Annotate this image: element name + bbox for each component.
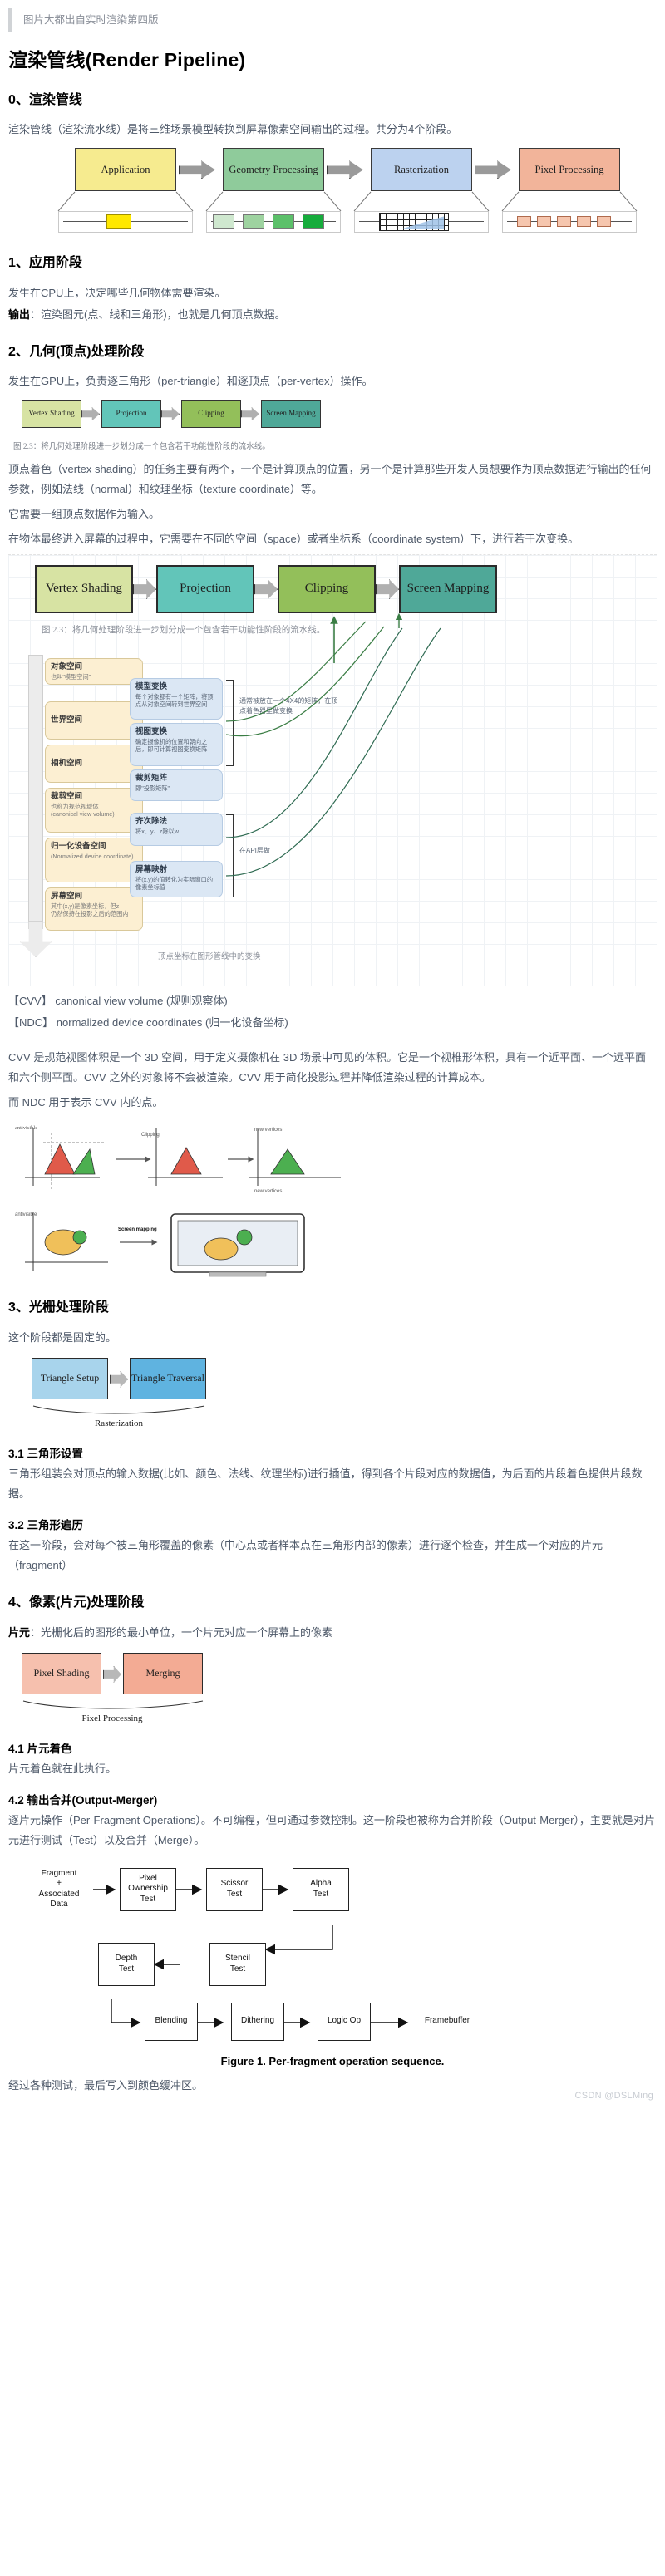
flow-node-depth-test: Depth Test (98, 1942, 155, 1986)
section-3-line-1: 这个阶段都是固定的。 (8, 1330, 117, 1344)
detail-chip-geometry-3 (273, 214, 294, 229)
cvv-explanation: CVV 是规范视图体积是一个 3D 空间，用于定义摄像机在 3D 场景中可见的体… (8, 1051, 647, 1084)
figure-leader-lines (225, 612, 441, 877)
geo-stage-clipping: Clipping (181, 400, 241, 429)
clipping-diagram: antivisible Clipping new vertices new ve… (15, 1125, 341, 1194)
figure-rasterization: Triangle Setup Triangle Traversal Raster… (0, 1353, 665, 1433)
section-1-line-1: 发生在CPU上，决定哪些几何物体需要渲染。 (8, 286, 226, 299)
detail-chip-geometry-4 (303, 214, 324, 229)
flow-node-dithering: Dithering (231, 2002, 284, 2041)
fragment-definition: 片元：光栅化后的图形的最小单位，一个片元对应一个屏幕上的像素 (8, 1623, 657, 1643)
flow-node-stencil-test: Stencil Test (209, 1942, 266, 1986)
figure-geometry-stages-small: Vertex Shading Projection Clipping Scree… (0, 396, 665, 455)
subsection-heading-4-2: 4.2 输出合并(Output-Merger) (8, 1794, 158, 1807)
page-title: 渲染管线(Render Pipeline) (8, 49, 246, 71)
output-label: 输出 (8, 307, 31, 321)
section-heading-1: 1、应用阶段 (8, 256, 82, 271)
flow-node-scissor-test: Scissor Test (206, 1867, 263, 1911)
section-2-paragraph-3: 在物体最终进入屏幕的过程中，它需要在不同的空间（space）或者坐标系（coor… (8, 533, 579, 546)
flow-node-pixel-ownership-test: Pixel Ownership Test (120, 1867, 176, 1911)
flow-node-logic-op: Logic Op (318, 2002, 371, 2041)
svg-text:new vertices: new vertices (254, 1128, 282, 1133)
detail-pixel-2 (537, 216, 551, 228)
section-2-paragraph-1: 顶点着色（vertex shading）的任务主要有两个，一个是计算顶点的位置，… (8, 462, 652, 495)
source-note: 图片大都出自实时渲染第四版 (8, 8, 665, 32)
subsection-3-1-text: 三角形组装会对顶点的输入数据(比如、颜色、法线、纹理坐标)进行插值，得到各个片段… (8, 1467, 643, 1501)
cvv-definition: 【CVV】 canonical view volume (规则观察体) (8, 995, 228, 1008)
flow-node-blending: Blending (145, 2002, 198, 2041)
watermark: CSDN @DSLMing (574, 2091, 653, 2102)
section-heading-4: 4、像素(片元)处理阶段 (8, 1595, 145, 1610)
geo-arrow-3 (241, 407, 259, 421)
detail-chip-geometry-2 (243, 214, 264, 229)
flow-node-framebuffer: Framebuffer (411, 2002, 484, 2041)
detail-pixel-5 (597, 216, 611, 228)
flow-node-fragment: Fragment + Associated Data (25, 1867, 93, 1911)
geo-stage-vertex-shading: Vertex Shading (22, 400, 81, 429)
detail-chip-application (106, 214, 131, 229)
closing-text: 经过各种测试，最后写入到颜色缓冲区。 (8, 2079, 204, 2092)
section-heading-3: 3、光栅处理阶段 (8, 1300, 109, 1315)
fragment-text: ：光栅化后的图形的最小单位，一个片元对应一个屏幕上的像素 (30, 1625, 333, 1639)
detail-chip-geometry-1 (213, 214, 234, 229)
figure-clipping: antivisible Clipping new vertices new ve… (0, 1119, 665, 1281)
article-page: 图片大都出自实时渲染第四版 渲染管线(Render Pipeline) 0、渲染… (0, 8, 665, 2109)
detail-pixel-4 (577, 216, 591, 228)
flow-node-alpha-test: Alpha Test (293, 1867, 349, 1911)
svg-text:antivisible: antivisible (15, 1125, 37, 1131)
section-2-line-1: 发生在GPU上，负责逐三角形（per-triangle）和逐顶点（per-ver… (8, 375, 373, 388)
detail-pixel-1 (517, 216, 531, 228)
geo-arrow-2 (161, 407, 180, 421)
subsection-4-1-text: 片元着色就在此执行。 (8, 1762, 117, 1776)
raster-figure-caption: Rasterization (94, 1418, 144, 1428)
detail-pixel-3 (557, 216, 571, 228)
figure-pixel-processing: Pixel Shading Merging Pixel Processing (0, 1648, 665, 1728)
geo-stage-projection: Projection (101, 400, 161, 429)
svg-text:Clipping: Clipping (141, 1133, 160, 1138)
svg-text:new vertices: new vertices (254, 1189, 282, 1194)
big-figure-bottom-caption: 顶点坐标在图形管线中的变换 (158, 952, 261, 962)
subsection-3-2-text: 在这一阶段，会对每个被三角形覆盖的像素（中心点或者样本点在三角形内部的像素）进行… (8, 1539, 603, 1572)
section-1-line-2: 输出：渲染图元(点、线和三角形)，也就是几何顶点数据。 (8, 305, 657, 325)
figure-1-caption: Figure 1. Per-fragment operation sequenc… (220, 2054, 445, 2067)
geo-arrow-1 (81, 407, 100, 421)
ndc-definition: 【NDC】 normalized device coordinates (归一化… (8, 1016, 288, 1030)
output-text: ：渲染图元(点、线和三角形)，也就是几何顶点数据。 (30, 307, 286, 321)
figure-render-pipeline: Application Geometry Processing Rasteriz… (0, 145, 665, 236)
figure-coordinate-spaces: Vertex Shading Projection Clipping Scree… (0, 554, 665, 987)
geo-stage-screen-mapping: Screen Mapping (261, 400, 321, 429)
ndc-explanation: 而 NDC 用于表示 CVV 内的点。 (8, 1096, 164, 1109)
section-heading-2: 2、几何(顶点)处理阶段 (8, 344, 145, 359)
subsection-heading-4-1: 4.1 片元着色 (8, 1742, 72, 1755)
screen-mapping-diagram: antivisible Screen mapping (15, 1212, 305, 1277)
subsection-heading-3-2: 3.2 三角形遍历 (8, 1519, 84, 1532)
subsection-heading-3-1: 3.1 三角形设置 (8, 1447, 84, 1460)
section-2-paragraph-2: 它需要一组顶点数据作为输入。 (8, 507, 160, 520)
figure-caption-2-3: 图 2.3：将几何处理阶段进一步划分成一个包含若干功能性阶段的流水线。 (13, 443, 270, 452)
subsection-4-2-text: 逐片元操作（Per-Fragment Operations）。不可编程，但可通过… (8, 1814, 655, 1847)
svg-text:antivisible: antivisible (15, 1212, 37, 1217)
svg-text:Screen mapping: Screen mapping (118, 1227, 157, 1232)
section-heading-0: 0、渲染管线 (8, 92, 82, 107)
figure-per-fragment-operations: Fragment + Associated Data Pixel Ownersh… (0, 1856, 665, 2072)
section-0-paragraph: 渲染管线（渲染流水线）是将三维场景模型转换到屏幕像素空间输出的过程。共分为4个阶… (8, 123, 458, 136)
pixel-figure-caption: Pixel Processing (81, 1713, 143, 1723)
fragment-label: 片元 (8, 1625, 31, 1639)
